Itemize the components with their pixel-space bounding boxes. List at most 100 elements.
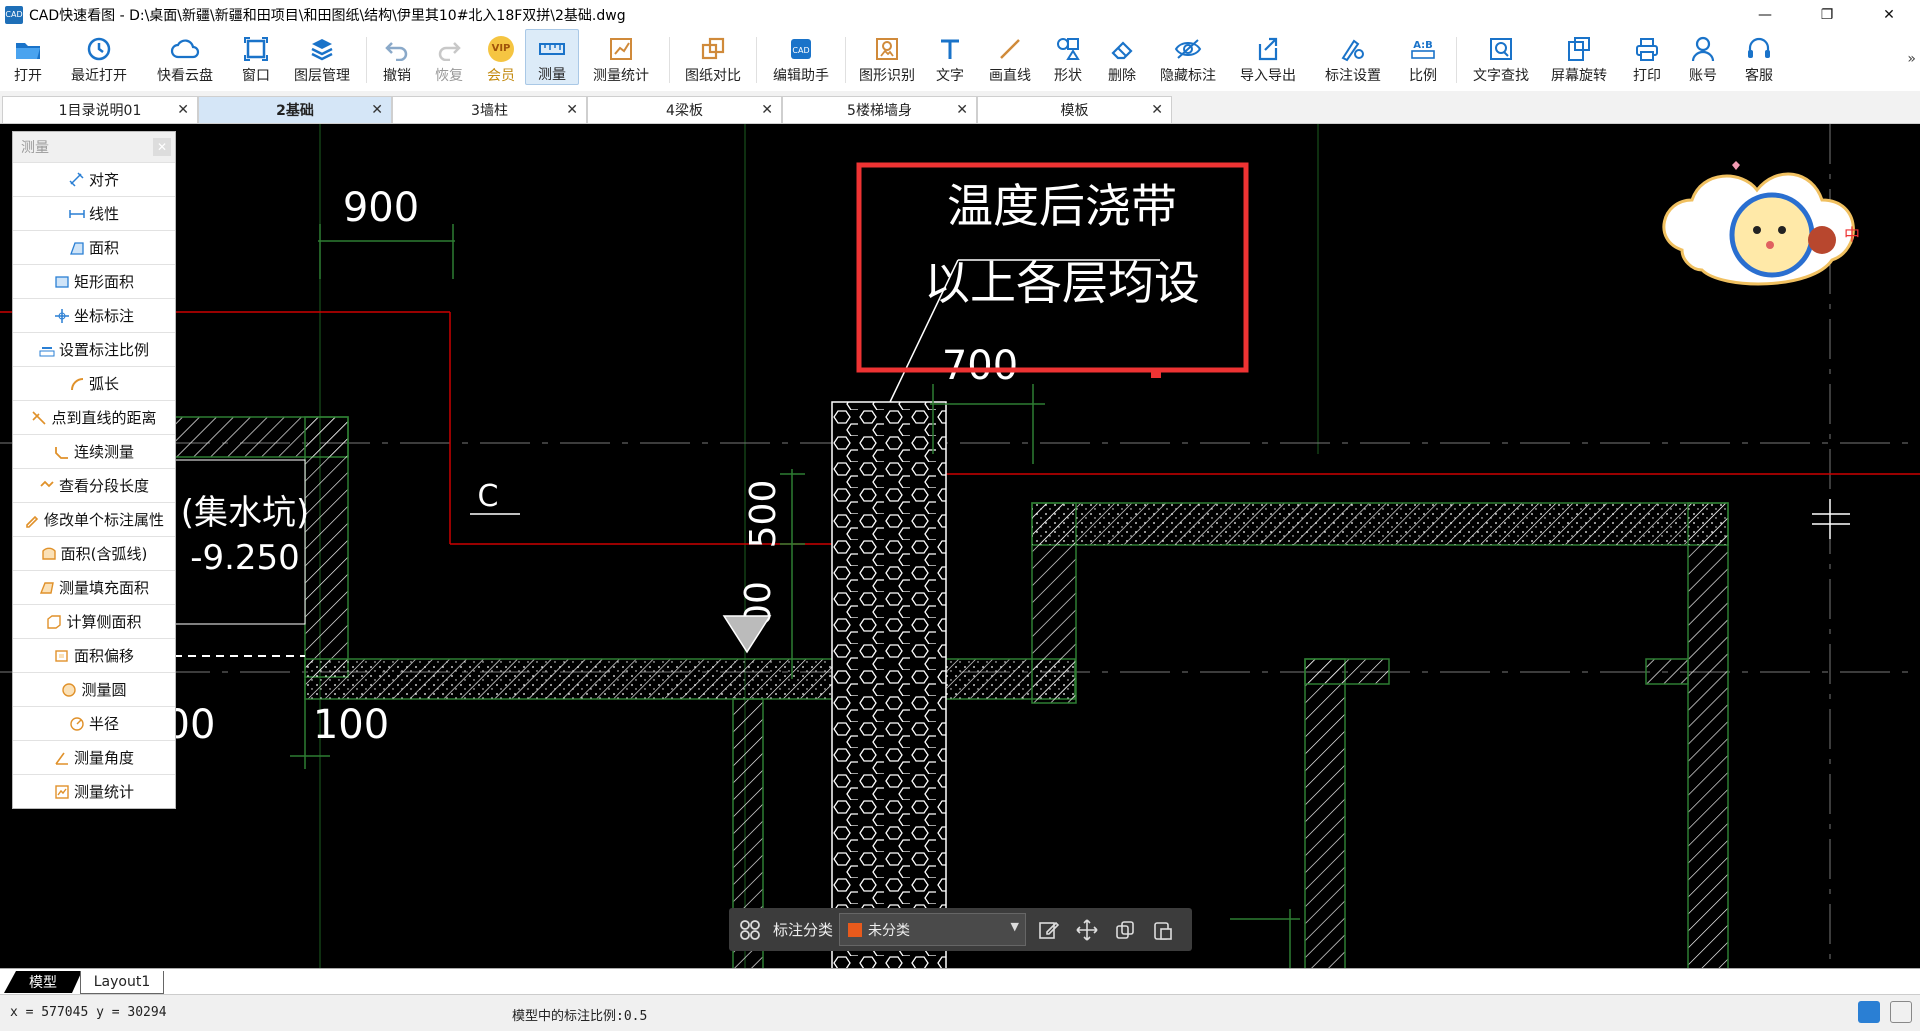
- layout-tab-model[interactable]: 模型: [4, 971, 82, 993]
- measure-coordinate-button[interactable]: 坐标标注: [13, 298, 175, 332]
- tab-catalog[interactable]: 1目录说明01 ✕: [2, 96, 198, 123]
- scale-icon: A:B: [1408, 35, 1438, 62]
- measure-segments-button[interactable]: 查看分段长度: [13, 468, 175, 502]
- toolbar-compare-button[interactable]: 图纸对比: [676, 29, 750, 85]
- settings-toggle-icon[interactable]: [1890, 1001, 1912, 1023]
- toolbar-vip-button[interactable]: VIP 会员: [477, 29, 525, 85]
- tab-stairs-walls[interactable]: 5楼梯墙身 ✕: [782, 96, 977, 123]
- copy-icon[interactable]: [1110, 915, 1140, 945]
- toolbar-shapes-button[interactable]: 形状: [1042, 29, 1094, 85]
- toolbar-more-button[interactable]: »: [1907, 51, 1916, 67]
- measure-icon: [537, 36, 567, 61]
- toolbar-rotate-screen-button[interactable]: 屏幕旋转: [1539, 29, 1619, 85]
- tab-close-icon[interactable]: ✕: [177, 102, 189, 118]
- paste-icon[interactable]: [1148, 915, 1178, 945]
- measure-panel-close-icon[interactable]: ✕: [153, 138, 171, 156]
- toolbar-shape-recognize-button[interactable]: 图形识别: [852, 29, 922, 85]
- toolbar-support-label: 客服: [1745, 68, 1773, 84]
- measure-continuous-button[interactable]: 连续测量: [13, 434, 175, 468]
- toolbar-edit-assistant-button[interactable]: CAD 编辑助手: [763, 29, 839, 85]
- measure-statistics-button[interactable]: 测量统计: [13, 774, 175, 808]
- toolbar-layers-button[interactable]: 图层管理: [284, 29, 360, 85]
- toolbar-measure-button[interactable]: 测量: [525, 29, 579, 85]
- measure-item-label: 设置标注比例: [58, 341, 149, 359]
- toolbar-text-label: 文字: [936, 68, 964, 84]
- tab-label: 3墙柱: [471, 103, 508, 119]
- minimize-button[interactable]: —: [1734, 0, 1796, 29]
- measure-side-area-button[interactable]: 计算侧面积: [13, 604, 175, 638]
- toolbar-separator: [756, 37, 757, 83]
- note-line1-text: 温度后浇带: [947, 179, 1177, 233]
- measure-point-line-button[interactable]: 点到直线的距离: [13, 400, 175, 434]
- toolbar-cloud-button[interactable]: 快看云盘: [142, 29, 228, 85]
- measure-panel-header: 测量 ✕: [13, 132, 175, 162]
- measure-item-label: 测量圆: [81, 681, 127, 699]
- toolbar-print-button[interactable]: 打印: [1619, 29, 1675, 85]
- toolbar-annotation-settings-button[interactable]: 标注设置: [1310, 29, 1396, 85]
- measure-fill-area-button[interactable]: 测量填充面积: [13, 570, 175, 604]
- toolbar-hide-annotation-button[interactable]: 隐藏标注: [1150, 29, 1226, 85]
- toolbar-recent-button[interactable]: 最近打开: [56, 29, 142, 85]
- move-icon[interactable]: [1072, 915, 1102, 945]
- toolbar-text-search-button[interactable]: 文字查找: [1463, 29, 1539, 85]
- measure-linear-button[interactable]: 线性: [13, 196, 175, 230]
- segment-length-icon: [40, 480, 54, 487]
- toolbar-line-button[interactable]: 画直线: [978, 29, 1042, 85]
- toolbar-support-button[interactable]: 客服: [1731, 29, 1787, 85]
- measure-area-button[interactable]: 面积: [13, 230, 175, 264]
- layout-tab-layout1[interactable]: Layout1: [80, 971, 164, 994]
- toolbar-delete-button[interactable]: 删除: [1094, 29, 1150, 85]
- tab-walls-columns[interactable]: 3墙柱 ✕: [392, 96, 587, 123]
- measure-arc-length-button[interactable]: 弧长: [13, 366, 175, 400]
- toolbar-redo-button[interactable]: 恢复: [421, 29, 477, 85]
- toolbar-open-button[interactable]: 打开: [0, 29, 56, 85]
- note-line2-text: 以上各层均设: [924, 256, 1200, 310]
- snap-toggle-icon[interactable]: [1858, 1001, 1880, 1023]
- area-arc-icon: [41, 547, 56, 560]
- tab-beams-slabs[interactable]: 4梁板 ✕: [587, 96, 782, 123]
- measure-edit-annotation-button[interactable]: 修改单个标注属性: [13, 502, 175, 536]
- folder-open-icon: [13, 35, 43, 62]
- restore-button[interactable]: ❐: [1796, 0, 1858, 29]
- measure-item-label: 对齐: [88, 171, 119, 189]
- status-bar: x = 577045 y = 30294 模型中的标注比例:0.5: [0, 994, 1920, 1031]
- tab-label: 模板: [1060, 103, 1089, 119]
- tab-close-icon[interactable]: ✕: [371, 102, 383, 118]
- measure-circle-button[interactable]: 测量圆: [13, 672, 175, 706]
- mascot-sticker[interactable]: 中: [1662, 161, 1860, 286]
- toolbar-window-button[interactable]: 窗口: [228, 29, 284, 85]
- annotation-category-label: 标注分类: [773, 921, 834, 939]
- text-icon: [935, 35, 965, 62]
- measure-angle-button[interactable]: 测量角度: [13, 740, 175, 774]
- drawing-canvas[interactable]: (集水坑) -9.250 900 700 500 00 100 00 C 温度后…: [0, 124, 1920, 968]
- toolbar-undo-button[interactable]: 撤销: [373, 29, 421, 85]
- tab-template[interactable]: 模板 ✕: [977, 96, 1172, 123]
- tab-foundation[interactable]: 2基础 ✕: [198, 96, 392, 123]
- edit-annotation-icon[interactable]: [1034, 915, 1064, 945]
- tab-close-icon[interactable]: ✕: [566, 102, 578, 118]
- measure-area-offset-button[interactable]: 面积偏移: [13, 638, 175, 672]
- tab-close-icon[interactable]: ✕: [761, 102, 773, 118]
- measure-area-arc-button[interactable]: 面积(含弧线): [13, 536, 175, 570]
- toolbar-scale-button[interactable]: A:B 比例: [1396, 29, 1450, 85]
- measure-radius-button[interactable]: 半径: [13, 706, 175, 740]
- toolbar-measure-stats-label: 测量统计: [593, 68, 649, 84]
- measure-set-scale-button[interactable]: 设置标注比例: [13, 332, 175, 366]
- tab-close-icon[interactable]: ✕: [1151, 102, 1163, 118]
- edit-annotation-icon: [26, 515, 39, 528]
- toolbar-import-export-button[interactable]: 导入导出: [1226, 29, 1310, 85]
- rect-area-icon: [55, 275, 69, 288]
- close-window-button[interactable]: ✕: [1858, 0, 1920, 29]
- measure-item-label: 面积偏移: [73, 647, 134, 665]
- annotation-category-select[interactable]: 未分类 ▼: [839, 913, 1027, 946]
- toolbar-text-button[interactable]: 文字: [922, 29, 978, 85]
- measure-align-button[interactable]: 对齐: [13, 162, 175, 196]
- toolbar-measure-stats-button[interactable]: 测量统计: [579, 29, 663, 85]
- tab-close-icon[interactable]: ✕: [956, 102, 968, 118]
- measure-rect-area-button[interactable]: 矩形面积: [13, 264, 175, 298]
- area-offset-icon: [55, 649, 68, 662]
- toolbar-account-button[interactable]: 账号: [1675, 29, 1731, 85]
- grid-menu-icon[interactable]: [735, 915, 765, 945]
- linear-dimension-icon: [69, 209, 85, 218]
- arc-length-icon: [70, 377, 84, 390]
